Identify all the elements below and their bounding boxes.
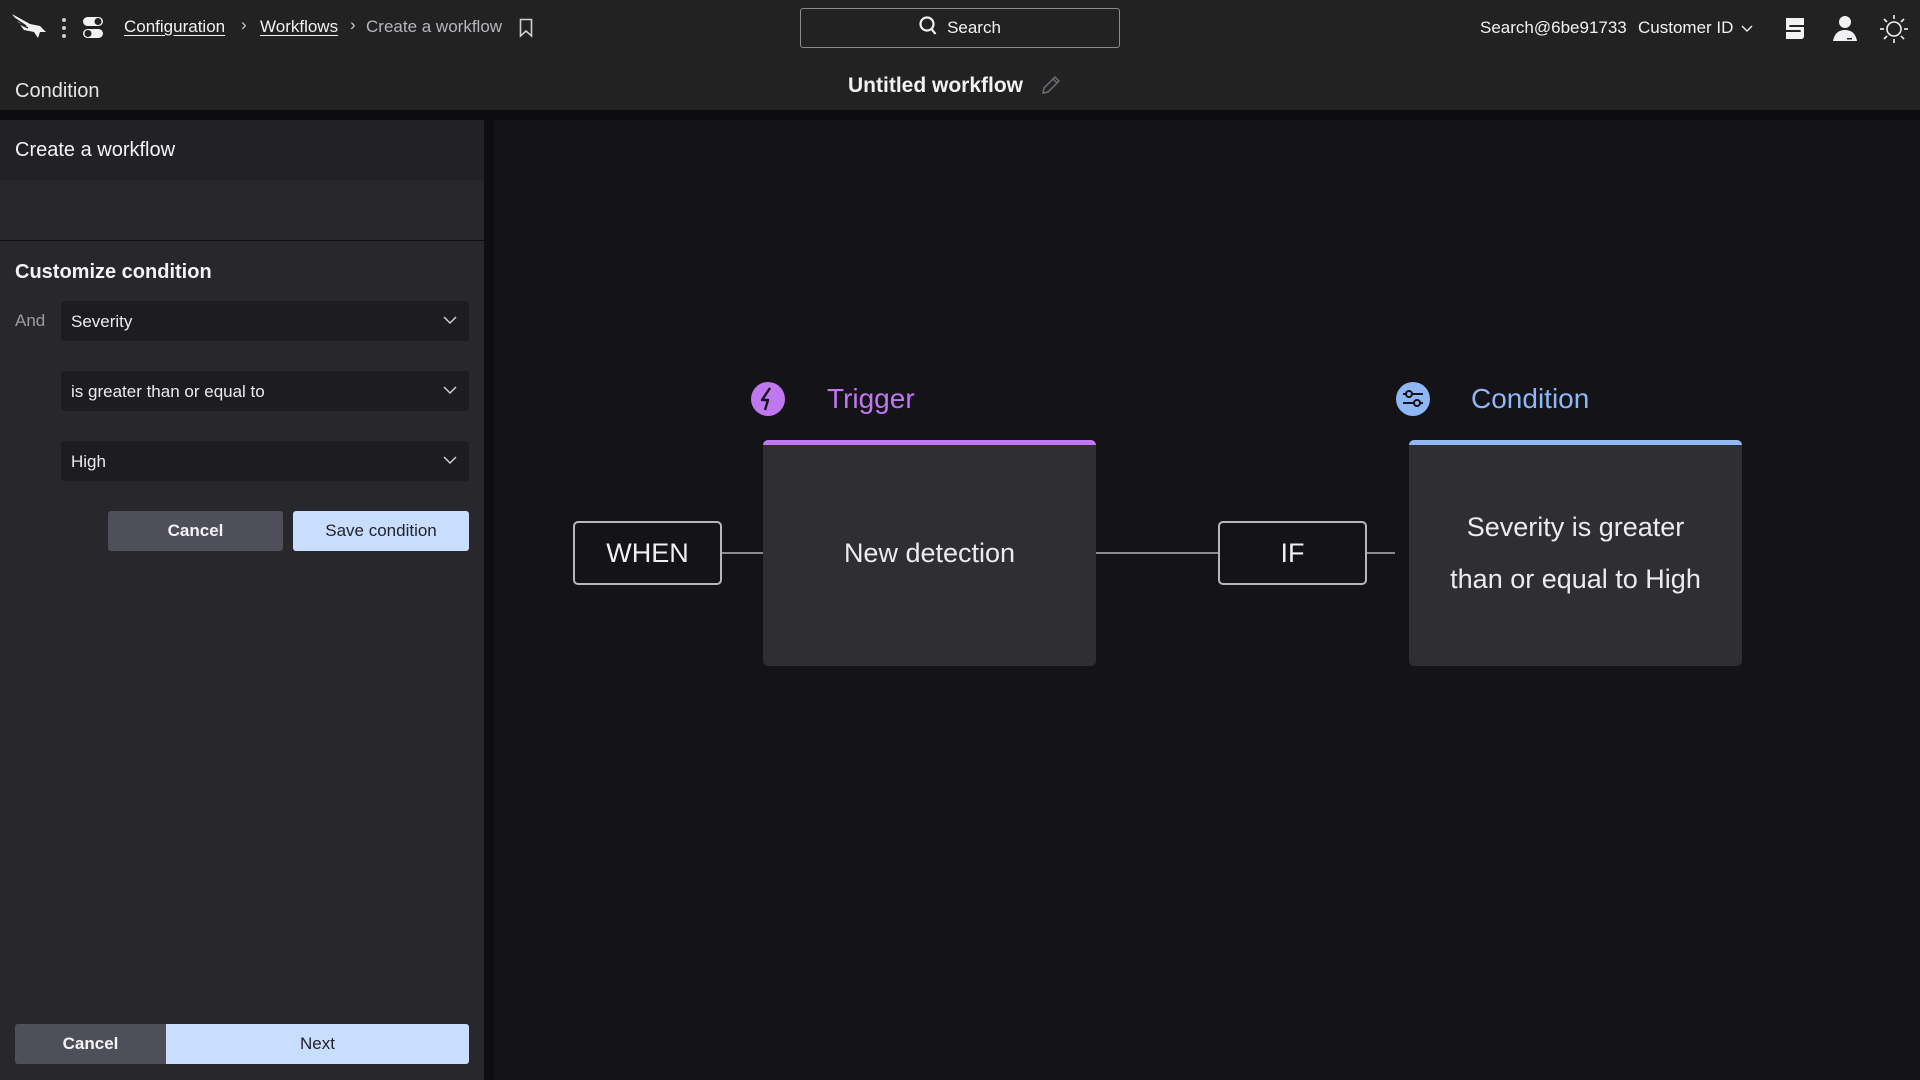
chevron-down-icon: [443, 316, 457, 325]
footer-cancel-button[interactable]: Cancel: [15, 1024, 166, 1064]
comparison-select-value: is greater than or equal to: [71, 382, 265, 401]
value-select-value: High: [71, 452, 106, 471]
breadcrumb-workflows[interactable]: Workflows: [260, 17, 338, 37]
condition-card[interactable]: Severity is greater than or equal to Hig…: [1409, 440, 1742, 666]
field-select-value: Severity: [71, 312, 133, 331]
panel-scrollbar[interactable]: [484, 120, 494, 1080]
bookmark-icon[interactable]: [519, 18, 533, 43]
when-node: WHEN: [573, 521, 722, 585]
if-node: IF: [1218, 521, 1367, 585]
step-title: Condition: [15, 80, 100, 102]
value-select[interactable]: High: [61, 441, 469, 481]
connector-line: [1366, 552, 1395, 554]
breadcrumb-current: Create a workflow: [366, 17, 503, 36]
workflow-title: Untitled workflow: [848, 74, 1023, 97]
search-label: Search: [947, 18, 1001, 37]
connector-line: [1096, 552, 1218, 554]
app-switcher-icon[interactable]: [82, 16, 104, 45]
header-divider: [0, 110, 1920, 120]
save-condition-button[interactable]: Save condition: [293, 511, 469, 551]
trigger-card-text: New detection: [843, 537, 1016, 568]
panel-divider: [0, 240, 484, 241]
lightning-icon: [750, 381, 786, 422]
cancel-condition-button[interactable]: Cancel: [108, 511, 283, 551]
falcon-logo-icon[interactable]: [10, 10, 50, 47]
breadcrumb-separator-icon: ›: [350, 15, 356, 34]
breadcrumb-separator-icon: ›: [241, 15, 247, 34]
customer-id-dropdown[interactable]: Customer ID: [1638, 18, 1753, 38]
user-icon[interactable]: [1831, 14, 1859, 47]
theme-sun-icon[interactable]: [1879, 14, 1909, 49]
trigger-card[interactable]: New detection: [763, 440, 1096, 666]
edit-pencil-icon[interactable]: [1040, 74, 1062, 101]
connector-line: [721, 552, 763, 554]
messages-icon[interactable]: [1783, 16, 1807, 47]
sliders-icon: [1395, 381, 1431, 422]
chevron-down-icon: [443, 456, 457, 465]
chevron-down-icon: [1741, 18, 1753, 38]
condition-card-text-line2: than or equal to High: [1450, 564, 1701, 594]
operator-label: And: [15, 311, 46, 330]
panel-header: Create a workflow: [0, 120, 484, 180]
section-title: Customize condition: [15, 261, 212, 283]
next-button[interactable]: Next: [166, 1024, 469, 1064]
field-select[interactable]: Severity: [61, 301, 469, 341]
comparison-select[interactable]: is greater than or equal to: [61, 371, 469, 411]
chevron-down-icon: [443, 386, 457, 395]
condition-title: Condition: [1471, 383, 1590, 414]
user-account-label: Search@6be91733: [1480, 18, 1627, 37]
more-vertical-icon[interactable]: [61, 17, 67, 44]
breadcrumb-configuration[interactable]: Configuration: [124, 17, 225, 37]
condition-accent-bar: [1409, 440, 1742, 445]
condition-card-text-line1: Severity is greater: [1466, 512, 1685, 542]
search-icon: [919, 15, 937, 41]
trigger-accent-bar: [763, 440, 1096, 445]
trigger-title: Trigger: [827, 383, 915, 414]
panel-title: Create a workflow: [15, 139, 176, 161]
global-search-button[interactable]: Search: [800, 8, 1120, 48]
customer-id-label: Customer ID: [1638, 18, 1734, 37]
